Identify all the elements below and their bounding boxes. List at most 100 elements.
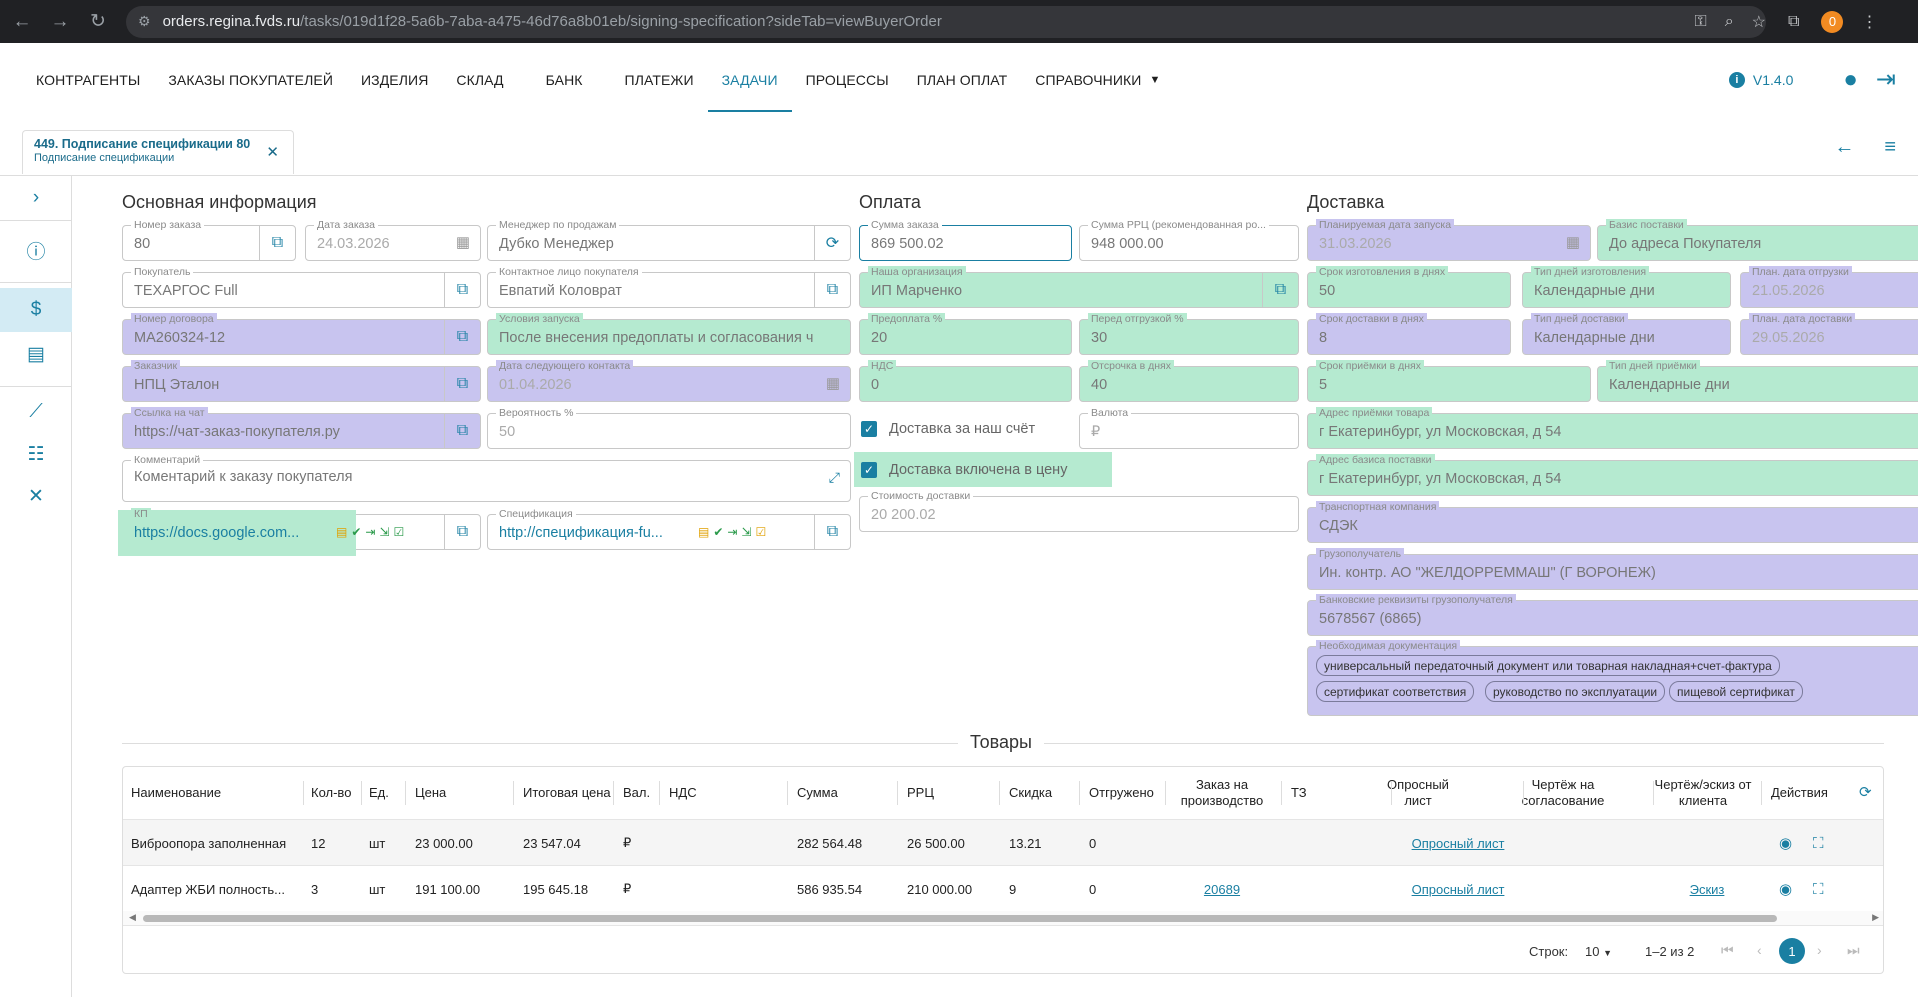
menu-item-references[interactable]: СПРАВОЧНИКИ ▼ [1021, 43, 1174, 116]
approve-list-icon[interactable]: ☑ [394, 525, 405, 539]
delivery-our-cost-checkbox[interactable]: ✓ Доставка за наш счёт [861, 421, 1035, 437]
transport-company-field[interactable]: Транспортная компания СДЭК [1307, 501, 1918, 543]
doc-chip[interactable]: сертификат соответствия [1316, 681, 1475, 702]
col-header[interactable]: РРЦ [899, 767, 999, 819]
currency-field[interactable]: Валюта ₽ [1079, 407, 1299, 449]
current-page[interactable]: 1 [1779, 938, 1805, 964]
col-header[interactable]: Вал. [615, 767, 659, 819]
survey-link[interactable]: Опросный лист [1412, 836, 1505, 851]
col-header[interactable]: Отгружено [1081, 767, 1161, 819]
cell-prod-order[interactable] [1167, 820, 1277, 866]
manufacturing-day-type-field[interactable]: Тип дней изготовления Календарные дни [1522, 266, 1731, 308]
task-tab[interactable]: 449. Подписание спецификации 80 Подписан… [22, 130, 294, 174]
fullscreen-icon[interactable]: ⛶ [1805, 820, 1835, 866]
expand-icon[interactable]: ⤢ [829, 469, 840, 486]
scroll-left-icon[interactable]: ◀ [129, 912, 136, 923]
planned-shipment-date-field[interactable]: План. дата отгрузки 21.05.2026 ▦ [1740, 266, 1918, 308]
next-contact-date-field[interactable]: Дата следующего контакта 01.04.2026 ▦ [487, 360, 851, 402]
reload-icon[interactable]: ↻ [82, 6, 114, 38]
kp-field[interactable]: КП https://docs.google.com... ▤ ✔ ⇥ ⇲ ☑ ⧉ [118, 508, 481, 556]
acceptance-days-field[interactable]: Срок приёмки в днях 5 [1307, 360, 1591, 402]
logout-icon[interactable]: ⇥ [1876, 65, 1896, 94]
doc-chip[interactable]: руководство по эксплуатации [1485, 681, 1666, 702]
open-in-new-icon[interactable]: ⧉ [1262, 273, 1298, 307]
scroll-right-icon[interactable]: ▶ [1872, 912, 1879, 923]
menu-item-payments[interactable]: ПЛАТЕЖИ [611, 43, 708, 116]
delivery-included-checkbox[interactable]: ✓ Доставка включена в цену [861, 462, 1067, 478]
delivery-basis-field[interactable]: Базис поставки До адреса Покупателя [1597, 219, 1918, 261]
chat-icon[interactable]: ▤ [0, 332, 72, 376]
order-number-field[interactable]: Номер заказа 80 ⧉ [122, 219, 296, 261]
open-in-new-icon[interactable]: ⧉ [444, 414, 480, 448]
close-icon[interactable]: ✕ [266, 143, 279, 161]
customer-field[interactable]: Заказчик НПЦ Эталон ⧉ [122, 360, 481, 402]
order-document-icon[interactable]: $ [0, 288, 72, 332]
address-bar[interactable]: ⚙ orders.regina.fvds.ru/tasks/019d1f28-5… [126, 5, 1766, 38]
cell-survey[interactable]: Опросный лист [1373, 866, 1543, 912]
reject-icon[interactable]: ⇥ [365, 525, 375, 539]
kp-link[interactable]: https://docs.google.com... [134, 525, 324, 541]
import-icon[interactable]: ⇲ [741, 525, 751, 539]
refresh-icon[interactable]: ⟳ [1851, 767, 1881, 819]
before-shipment-field[interactable]: Перед отгрузкой % 30 [1079, 313, 1299, 355]
payment-delay-field[interactable]: Отсрочка в днях 40 [1079, 360, 1299, 402]
forward-icon[interactable]: → [44, 6, 76, 38]
document-icon[interactable]: ▤ [698, 525, 709, 539]
delivery-day-type-field[interactable]: Тип дней доставки Календарные дни [1522, 313, 1731, 355]
fullscreen-icon[interactable]: ⛶ [1805, 866, 1835, 912]
calendar-icon[interactable]: ▦ [826, 374, 840, 392]
menu-item-tasks[interactable]: ЗАДАЧИ [707, 43, 792, 116]
menu-item-processes[interactable]: ПРОЦЕССЫ [792, 43, 903, 116]
cell-survey[interactable]: Опросный лист [1373, 820, 1543, 866]
user-icon[interactable]: ● [1843, 66, 1858, 94]
scrollbar-thumb[interactable] [143, 915, 1777, 922]
probability-field[interactable]: Вероятность % 50 [487, 407, 851, 449]
manager-field[interactable]: Менеджер по продажам Дубко Менеджер ⟳ [487, 219, 851, 261]
arrow-back-icon[interactable]: ← [1834, 136, 1854, 159]
cell-prod-order[interactable]: 20689 [1167, 866, 1277, 912]
col-header[interactable]: Кол-во [303, 767, 361, 819]
menu-item-counterparties[interactable]: КОНТРАГЕНТЫ [22, 43, 154, 116]
tasks-list-icon[interactable]: ☷ [0, 432, 72, 476]
approve-list-icon[interactable]: ☑ [756, 525, 767, 539]
browser-menu-icon[interactable]: ⋮ [1861, 12, 1877, 32]
chat-link-field[interactable]: Ссылка на чат https://чат-заказ-покупате… [122, 407, 481, 449]
fullscreen-icon[interactable]: ⛶ [1813, 881, 1824, 898]
eye-icon[interactable]: ◉ [1771, 820, 1801, 866]
menu-item-buyer-orders[interactable]: ЗАКАЗЫ ПОКУПАТЕЛЕЙ [154, 43, 347, 116]
basis-address-field[interactable]: Адрес базиса поставки г Екатеринбург, ул… [1307, 454, 1918, 496]
first-page-icon[interactable]: ⏮ [1721, 942, 1734, 959]
order-sum-field[interactable]: Сумма заказа 869 500.02 [859, 219, 1072, 261]
back-icon[interactable]: ← [6, 6, 38, 38]
open-in-new-icon[interactable]: ⧉ [444, 367, 480, 401]
calendar-icon[interactable]: ▦ [1566, 233, 1580, 251]
key-icon[interactable]: ⚿ [1695, 13, 1707, 31]
acceptance-address-field[interactable]: Адрес приёмки товара г Екатеринбург, ул … [1307, 407, 1918, 449]
col-header[interactable]: Цена [407, 767, 507, 819]
planned-delivery-date-field[interactable]: План. дата доставки 29.05.2026 ▦ [1740, 313, 1918, 355]
open-in-new-icon[interactable]: ⧉ [259, 226, 295, 260]
user-check-icon[interactable]: ✔ [713, 525, 723, 539]
col-header[interactable]: Чертёж на согласование [1513, 767, 1613, 819]
table-row[interactable]: Адаптер ЖБИ полность... 3 шт 191 100.00 … [123, 865, 1883, 912]
eye-icon[interactable]: ◉ [1771, 866, 1801, 912]
col-header[interactable]: Скидка [1001, 767, 1081, 819]
vat-field[interactable]: НДС 0 [859, 360, 1072, 402]
rrp-sum-field[interactable]: Сумма РРЦ (рекомендованная ро... 948 000… [1079, 219, 1299, 261]
eye-icon[interactable]: ◉ [1779, 834, 1792, 852]
col-header[interactable]: Наименование [123, 767, 303, 819]
menu-item-bank[interactable]: БАНК [532, 43, 611, 116]
col-header[interactable]: Чертёж/эскиз от клиента [1653, 767, 1753, 819]
open-in-new-icon[interactable]: ⧉ [444, 320, 480, 354]
menu-item-products[interactable]: ИЗДЕЛИЯ [347, 43, 442, 116]
col-header[interactable]: Ед. [361, 767, 397, 819]
analytics-icon[interactable]: ⟋ [0, 390, 72, 434]
reject-icon[interactable]: ⇥ [727, 525, 737, 539]
order-date-field[interactable]: Дата заказа 24.03.2026 ▦ [305, 219, 481, 261]
delivery-cost-field[interactable]: Стоимость доставки 20 200.02 [859, 490, 1299, 532]
contract-number-field[interactable]: Номер договора МА260324-12 ⧉ [122, 313, 481, 355]
doc-chip[interactable]: универсальный передаточный документ или … [1316, 655, 1780, 676]
last-page-icon[interactable]: ⏭ [1847, 942, 1860, 959]
planned-launch-date-field[interactable]: Планируемая дата запуска 31.03.2026 ▦ [1307, 219, 1591, 261]
col-header[interactable]: ТЗ [1283, 767, 1363, 819]
